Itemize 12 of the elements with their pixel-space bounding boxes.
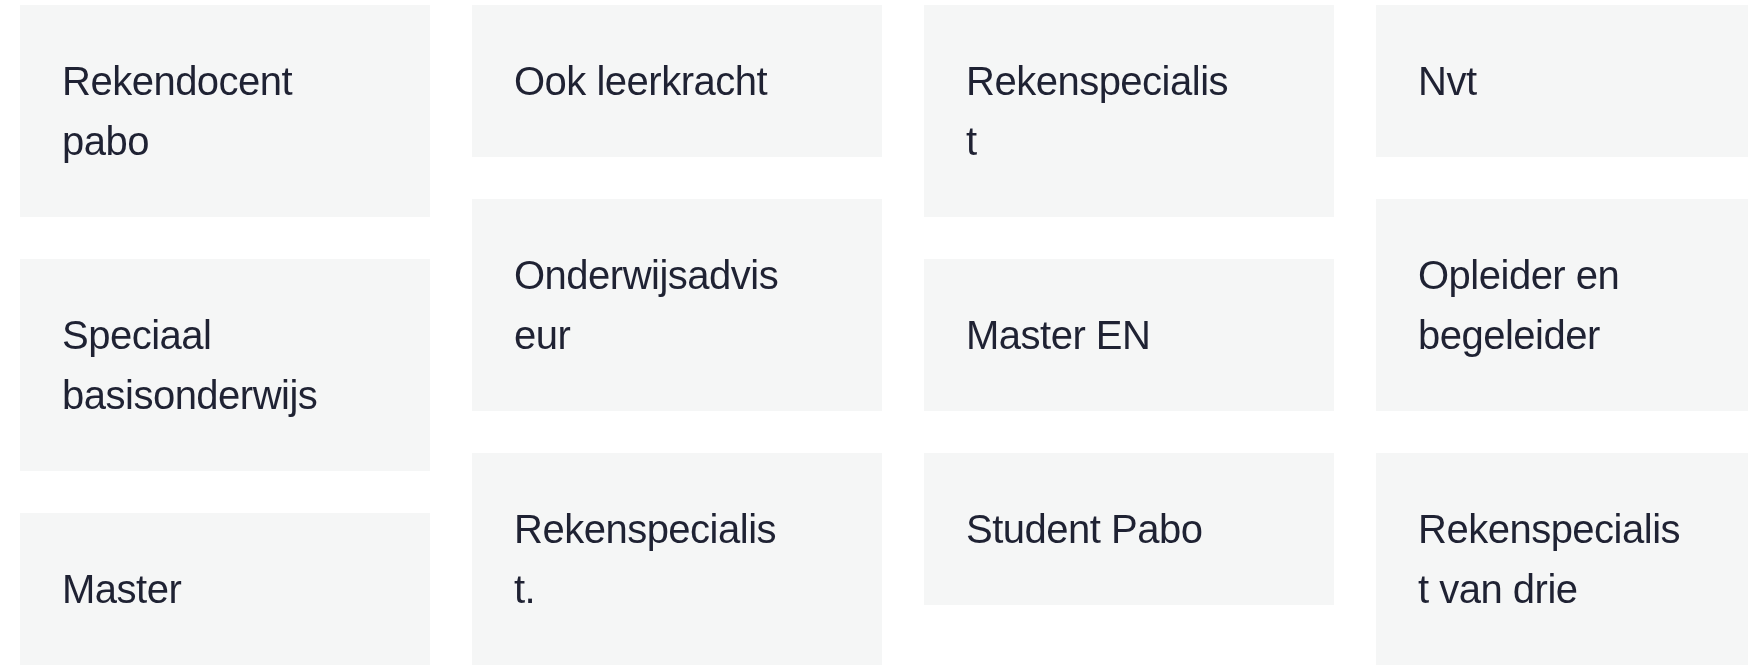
answer-text: Master EN [966, 312, 1151, 359]
answer-text: Master [62, 566, 182, 613]
answer-text: Opleider en begeleider [1418, 252, 1621, 359]
answer-text: Rekenspecialist. [514, 506, 778, 613]
answer-text: Onderwijsadviseur [514, 252, 780, 359]
answer-text: Rekenspecialist [966, 58, 1230, 165]
answer-text: Rekenspecialist van drie [1418, 506, 1682, 613]
answer-text: Ook leerkracht [514, 58, 768, 105]
answer-text: Rekendocent pabo [62, 58, 294, 165]
answer-text: Nvt [1418, 58, 1477, 105]
answer-text: Speciaal basisonderwijs [62, 312, 319, 419]
answer-text: Student Pabo [966, 506, 1203, 553]
